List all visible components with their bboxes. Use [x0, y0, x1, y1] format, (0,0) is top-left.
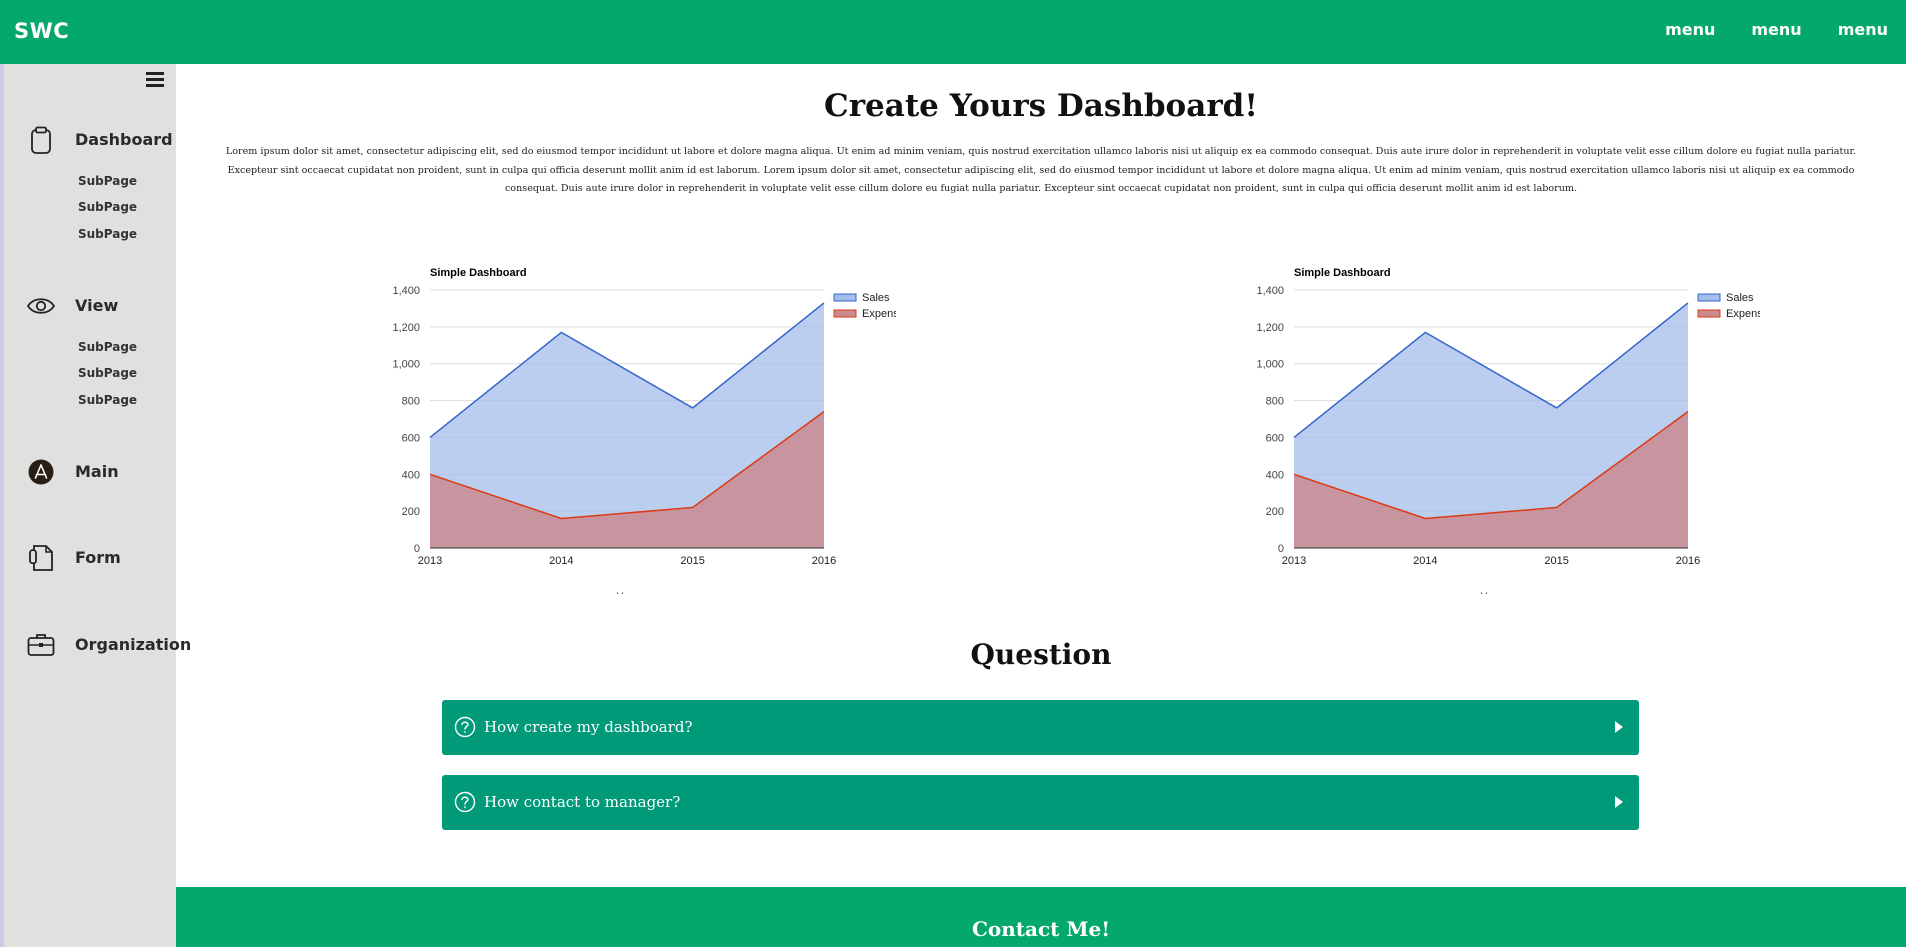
question-section-title: Question — [970, 638, 1112, 671]
form-hand-icon — [29, 545, 53, 571]
legend-swatch — [1697, 309, 1721, 318]
y-tick-label: 1,000 — [1256, 359, 1284, 371]
x-tick-label: 2016 — [1676, 555, 1700, 567]
x-axis-label: Year — [616, 591, 640, 594]
menu-link-1[interactable]: menu — [1665, 20, 1715, 39]
sidebar-item-label: Main — [75, 462, 119, 481]
sidebar-item-main[interactable]: Main — [4, 454, 176, 490]
faq-question: How create my dashboard? — [484, 718, 693, 736]
footer-title: Contact Me! — [971, 917, 1111, 941]
subpage-link[interactable]: SubPage — [78, 393, 137, 407]
x-axis-label: Year — [1480, 591, 1504, 594]
y-tick-label: 200 — [402, 506, 420, 518]
expand-arrow-icon — [1615, 796, 1623, 808]
legend-label: Expenses — [862, 308, 896, 320]
y-tick-label: 1,400 — [1256, 285, 1284, 297]
y-tick-label: 0 — [1278, 543, 1284, 555]
sidebar-item-label: View — [75, 296, 119, 315]
page-title: Create Yours Dashboard! — [824, 88, 1258, 124]
y-tick-label: 800 — [1266, 396, 1284, 408]
y-tick-label: 600 — [1266, 432, 1284, 444]
legend-swatch — [1697, 293, 1721, 302]
x-tick-label: 2013 — [1282, 555, 1306, 567]
y-tick-label: 0 — [414, 543, 420, 555]
legend-label: Sales — [1726, 292, 1754, 304]
y-tick-label: 400 — [402, 469, 420, 481]
legend-label: Expenses — [1726, 308, 1760, 320]
question-icon — [454, 791, 476, 813]
hamburger-menu-icon[interactable] — [146, 72, 164, 88]
sidebar: Dashboard SubPage SubPage SubPage View S… — [4, 64, 191, 947]
top-navbar: SWC menu menu menu — [0, 0, 1906, 64]
y-tick-label: 1,400 — [392, 285, 420, 297]
intro-paragraph: Lorem ipsum dolor sit amet, consectetur … — [225, 146, 1857, 194]
y-tick-label: 400 — [1266, 469, 1284, 481]
sidebar-item-label: Form — [75, 548, 121, 567]
x-tick-label: 2013 — [418, 555, 442, 567]
expand-arrow-icon — [1615, 721, 1623, 733]
faq-item[interactable]: How create my dashboard? — [442, 700, 1639, 755]
faq-item[interactable]: How contact to manager? — [442, 775, 1639, 830]
sidebar-item-dashboard[interactable]: Dashboard — [4, 122, 176, 158]
subpage-link[interactable]: SubPage — [78, 227, 137, 241]
subpage-link[interactable]: SubPage — [78, 366, 137, 380]
sidebar-item-organization[interactable]: Organization — [4, 627, 191, 663]
legend-swatch — [833, 309, 857, 318]
subpage-link[interactable]: SubPage — [78, 174, 137, 188]
chart-title: Simple Dashboard — [430, 267, 527, 279]
y-tick-label: 1,000 — [392, 359, 420, 371]
question-icon — [454, 716, 476, 738]
area-chart-2: Simple Dashboard 0 200 400 600 800 1,000 1,200 1… — [1256, 267, 1760, 594]
y-tick-label: 200 — [1266, 506, 1284, 518]
menu-link-2[interactable]: menu — [1751, 20, 1801, 39]
brand-logo[interactable]: SWC — [14, 19, 69, 43]
subpage-link[interactable]: SubPage — [78, 200, 137, 214]
clipboard-icon — [31, 126, 51, 154]
subpage-link[interactable]: SubPage — [78, 340, 137, 354]
x-tick-label: 2014 — [1413, 555, 1437, 567]
top-menu: menu menu menu — [1665, 20, 1888, 39]
app-store-icon — [28, 459, 54, 485]
y-tick-label: 1,200 — [392, 322, 420, 334]
menu-link-3[interactable]: menu — [1838, 20, 1888, 39]
sidebar-item-form[interactable]: Form — [4, 540, 176, 576]
legend-label: Sales — [862, 292, 890, 304]
x-tick-label: 2015 — [1544, 555, 1568, 567]
main-content: Create Yours Dashboard! Lorem ipsum dolo… — [176, 64, 1906, 947]
sidebar-item-label: Dashboard — [75, 130, 173, 149]
briefcase-icon — [27, 634, 55, 656]
y-tick-label: 1,200 — [1256, 322, 1284, 334]
eye-icon — [26, 298, 56, 314]
y-tick-label: 800 — [402, 396, 420, 408]
faq-question: How contact to manager? — [484, 793, 681, 811]
x-tick-label: 2016 — [812, 555, 836, 567]
x-tick-label: 2014 — [549, 555, 573, 567]
sidebar-item-view[interactable]: View — [4, 288, 176, 324]
y-tick-label: 600 — [402, 432, 420, 444]
contact-footer: Contact Me! — [176, 887, 1906, 947]
area-chart-1: Simple Dashboard 0 200 400 600 800 1,000 1,200 1… — [392, 267, 896, 594]
sidebar-item-label: Organization — [75, 635, 192, 654]
x-tick-label: 2015 — [680, 555, 704, 567]
legend-swatch — [833, 293, 857, 302]
chart-title: Simple Dashboard — [1294, 267, 1391, 279]
